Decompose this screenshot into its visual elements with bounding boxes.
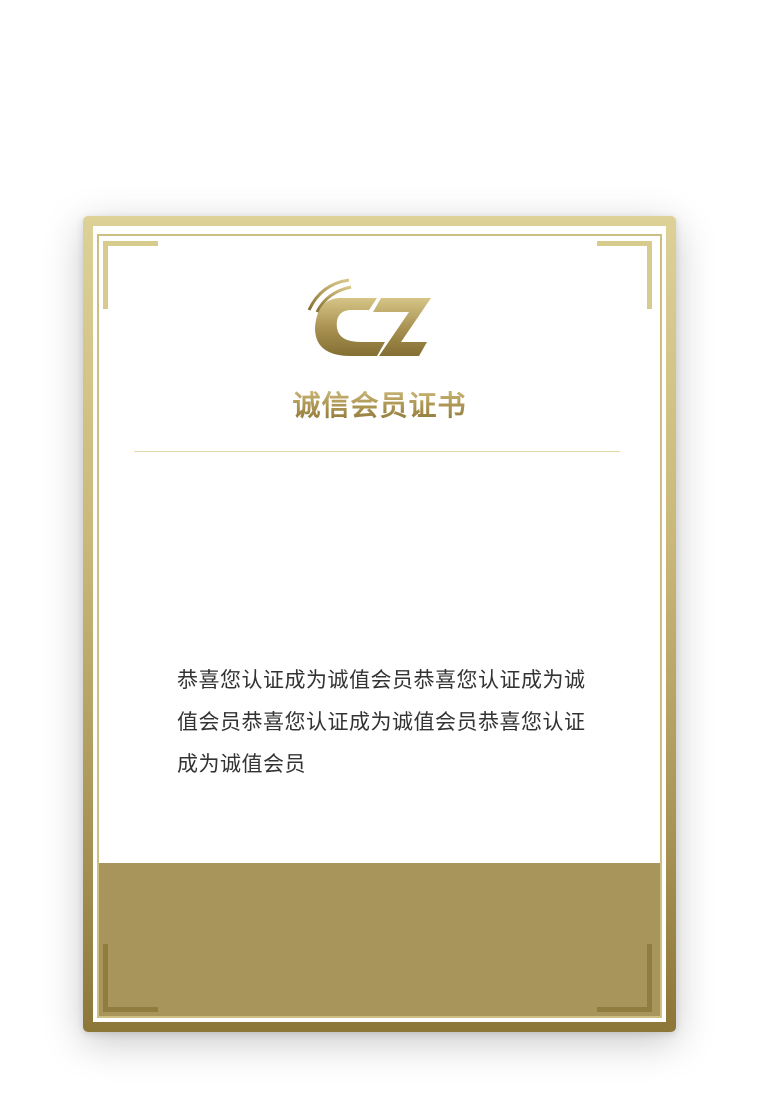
- logo-text: CZ: [305, 276, 307, 277]
- certificate-footer-band: [97, 863, 662, 1018]
- corner-ornament-bottom-left: [103, 944, 158, 1012]
- corner-ornament-bottom-right: [597, 944, 652, 1012]
- certificate-card: CZ 诚信会员证书 恭喜您认证成为诚值会员恭喜您认证成为诚值会员恭喜您认证成为诚…: [83, 216, 676, 1032]
- page: CZ 诚信会员证书 恭喜您认证成为诚值会员恭喜您认证成为诚值会员恭喜您认证成为诚…: [0, 0, 759, 1120]
- cz-logo-icon: CZ: [305, 276, 431, 356]
- title-divider: [134, 451, 620, 452]
- corner-ornament-top-left: [103, 241, 158, 309]
- certificate-message: 恭喜您认证成为诚值会员恭喜您认证成为诚值会员恭喜您认证成为诚值会员恭喜您认证成为…: [177, 668, 586, 776]
- certificate-title: 诚信会员证书: [83, 384, 676, 424]
- corner-ornament-top-right: [597, 241, 652, 309]
